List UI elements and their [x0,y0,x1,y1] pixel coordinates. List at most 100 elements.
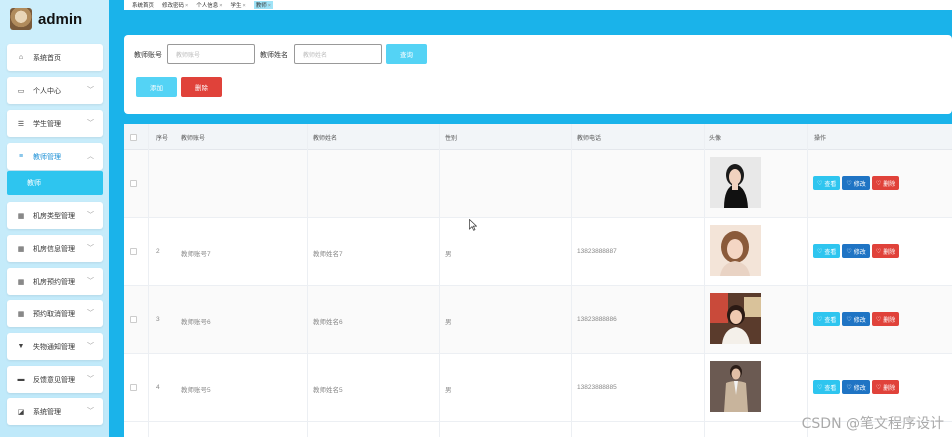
row-actions: ♡ 查看 ♡ 修改 ♡ 删除 [813,244,900,258]
tab-bar: 系统首页 修改密码× 个人信息× 学生× 教师× [124,0,952,10]
row-checkbox[interactable] [130,180,137,187]
table-row: 4 教师账号5 教师姓名5 男 13823888885 ♡ 查看 ♡ 修改 ♡ 删除 [124,354,952,422]
header-gender: 性别 [445,136,458,142]
printer-icon: ▬ [17,376,25,383]
tab-home[interactable]: 系统首页 [132,1,154,9]
header-index: 序号 [156,136,169,142]
edit-button[interactable]: ♡ 修改 [842,312,870,326]
cell-gender: 男 [445,251,452,258]
grid-icon: ▦ [17,310,25,318]
chevron-up-icon: ︿ [87,153,94,160]
heart-icon: ♡ [817,180,823,187]
edit-label: 修改 [853,317,866,324]
edit-button[interactable]: ♡ 修改 [842,380,870,394]
column-divider [439,124,440,437]
column-divider [807,124,808,437]
account-label: 教师账号 [134,52,162,59]
search-panel: 教师账号 教师账号 教师姓名 教师姓名 查询 添加 删除 [124,35,952,114]
cell-phone: 13823888887 [577,248,617,255]
view-button[interactable]: ♡ 查看 [813,380,841,394]
settings-icon: ◪ [17,408,25,416]
edit-label: 修改 [853,249,866,256]
sidebar-item-3[interactable]: ☰ 学生管理 ﹀ [7,110,103,137]
cell-name: 教师姓名5 [313,387,343,394]
grid-icon: ▦ [17,278,25,286]
sidebar-item-10[interactable]: ▬ 反馈意见管理 ﹀ [7,366,103,393]
table-row: 2 教师账号7 教师姓名7 男 13823888887 ♡ 查看 ♡ 修改 ♡ 删除 [124,218,952,286]
account-search-input[interactable]: 教师账号 [167,44,255,64]
heart-icon: ♡ [817,384,823,391]
header-name: 教师姓名 [313,136,338,142]
sidebar-item-11[interactable]: ◪ 系统管理 ﹀ [7,398,103,425]
row-actions: ♡ 查看 ♡ 修改 ♡ 删除 [813,312,900,326]
delete-row-button[interactable]: ♡ 删除 [871,244,900,258]
delete-row-button[interactable]: ♡ 删除 [871,380,900,394]
delete-button[interactable]: 删除 [181,77,222,97]
heart-icon: ♡ [846,384,852,391]
heart-icon: ♡ [846,248,852,255]
view-button[interactable]: ♡ 查看 [813,244,841,258]
tab-label: 学生 [230,3,242,9]
close-icon[interactable]: × [185,3,188,9]
row-checkbox[interactable] [130,248,137,255]
sidebar-item-4[interactable]: ≡ 教师管理 ︿ [7,143,103,170]
cell-account: 教师账号5 [181,387,211,394]
sidebar-item-6[interactable]: ▦ 机房信息管理 ﹀ [7,235,103,262]
name-search-input[interactable]: 教师姓名 [294,44,382,64]
query-button[interactable]: 查询 [386,44,427,64]
heart-icon: ♡ [817,316,823,323]
cell-name: 教师姓名6 [313,319,343,326]
pin-icon: ▼ [17,343,25,350]
chevron-down-icon: ﹀ [87,343,94,350]
sidebar-item-7[interactable]: ▦ 机房预约管理 ﹀ [7,268,103,295]
edit-button[interactable]: ♡ 修改 [842,244,870,258]
chevron-down-icon: ﹀ [87,212,94,219]
close-icon[interactable]: × [219,3,222,9]
sidebar-item-5[interactable]: ▦ 机房类型管理 ﹀ [7,202,103,229]
heart-icon: ♡ [875,180,882,187]
heart-icon: ♡ [875,384,882,391]
delete-row-button[interactable]: ♡ 删除 [871,312,900,326]
delete-label: 删除 [883,385,896,392]
add-button[interactable]: 添加 [136,77,177,97]
sidebar-item-8[interactable]: ▦ 预约取消管理 ﹀ [7,300,103,327]
cell-index: 2 [156,248,160,255]
delete-label: 删除 [883,181,896,188]
delete-row-button[interactable]: ♡ 删除 [871,176,900,190]
tab-teachers[interactable]: 教师× [253,1,273,9]
admin-avatar [10,8,32,30]
close-icon[interactable]: × [268,3,271,9]
row-checkbox[interactable] [130,316,137,323]
sidebar-item-label: 机房信息管理 [33,245,75,253]
row-checkbox[interactable] [130,384,137,391]
sidebar-item-label: 教师管理 [33,153,61,161]
column-divider [704,124,705,437]
sidebar: admin ⌂ 系统首页 ▭ 个人中心 ﹀ ☰ 学生管理 ﹀ ≡ 教师管理 ︿ ▦ 机房类型管理 ﹀ ▦ 机房… [0,0,109,437]
grid-icon: ▦ [17,245,25,253]
column-divider [571,124,572,437]
edit-button[interactable]: ♡ 修改 [842,176,870,190]
close-icon[interactable]: × [243,3,246,9]
chevron-down-icon: ﹀ [87,87,94,94]
sidebar-item-1[interactable]: ⌂ 系统首页 [7,44,103,71]
avatar-photo [710,293,761,344]
avatar-photo [710,361,761,412]
row-actions: ♡ 查看 ♡ 修改 ♡ 删除 [813,380,900,394]
heart-icon: ♡ [846,316,852,323]
header-avatar: 头像 [709,136,722,142]
tab-label: 教师 [255,3,267,9]
select-all-checkbox[interactable] [130,134,137,141]
tab-profile[interactable]: 个人信息× [196,1,222,9]
header-account: 教师账号 [181,136,206,142]
cell-gender: 男 [445,319,452,326]
cell-phone: 13823888885 [577,384,617,391]
view-button[interactable]: ♡ 查看 [813,312,841,326]
sidebar-item-9[interactable]: ▼ 失物通知管理 ﹀ [7,333,103,360]
teacher-table: 序号 教师账号 教师姓名 性别 教师电话 头像 操作 ♡ 查看 ♡ 修改 ♡ 删除 2… [124,124,952,437]
sidebar-item-2[interactable]: ▭ 个人中心 ﹀ [7,77,103,104]
sidebar-subitem-teacher[interactable]: 教师 [7,171,103,195]
tab-change-password[interactable]: 修改密码× [162,1,188,9]
tab-label: 系统首页 [132,3,155,9]
tab-students[interactable]: 学生× [230,1,245,9]
view-button[interactable]: ♡ 查看 [813,176,841,190]
